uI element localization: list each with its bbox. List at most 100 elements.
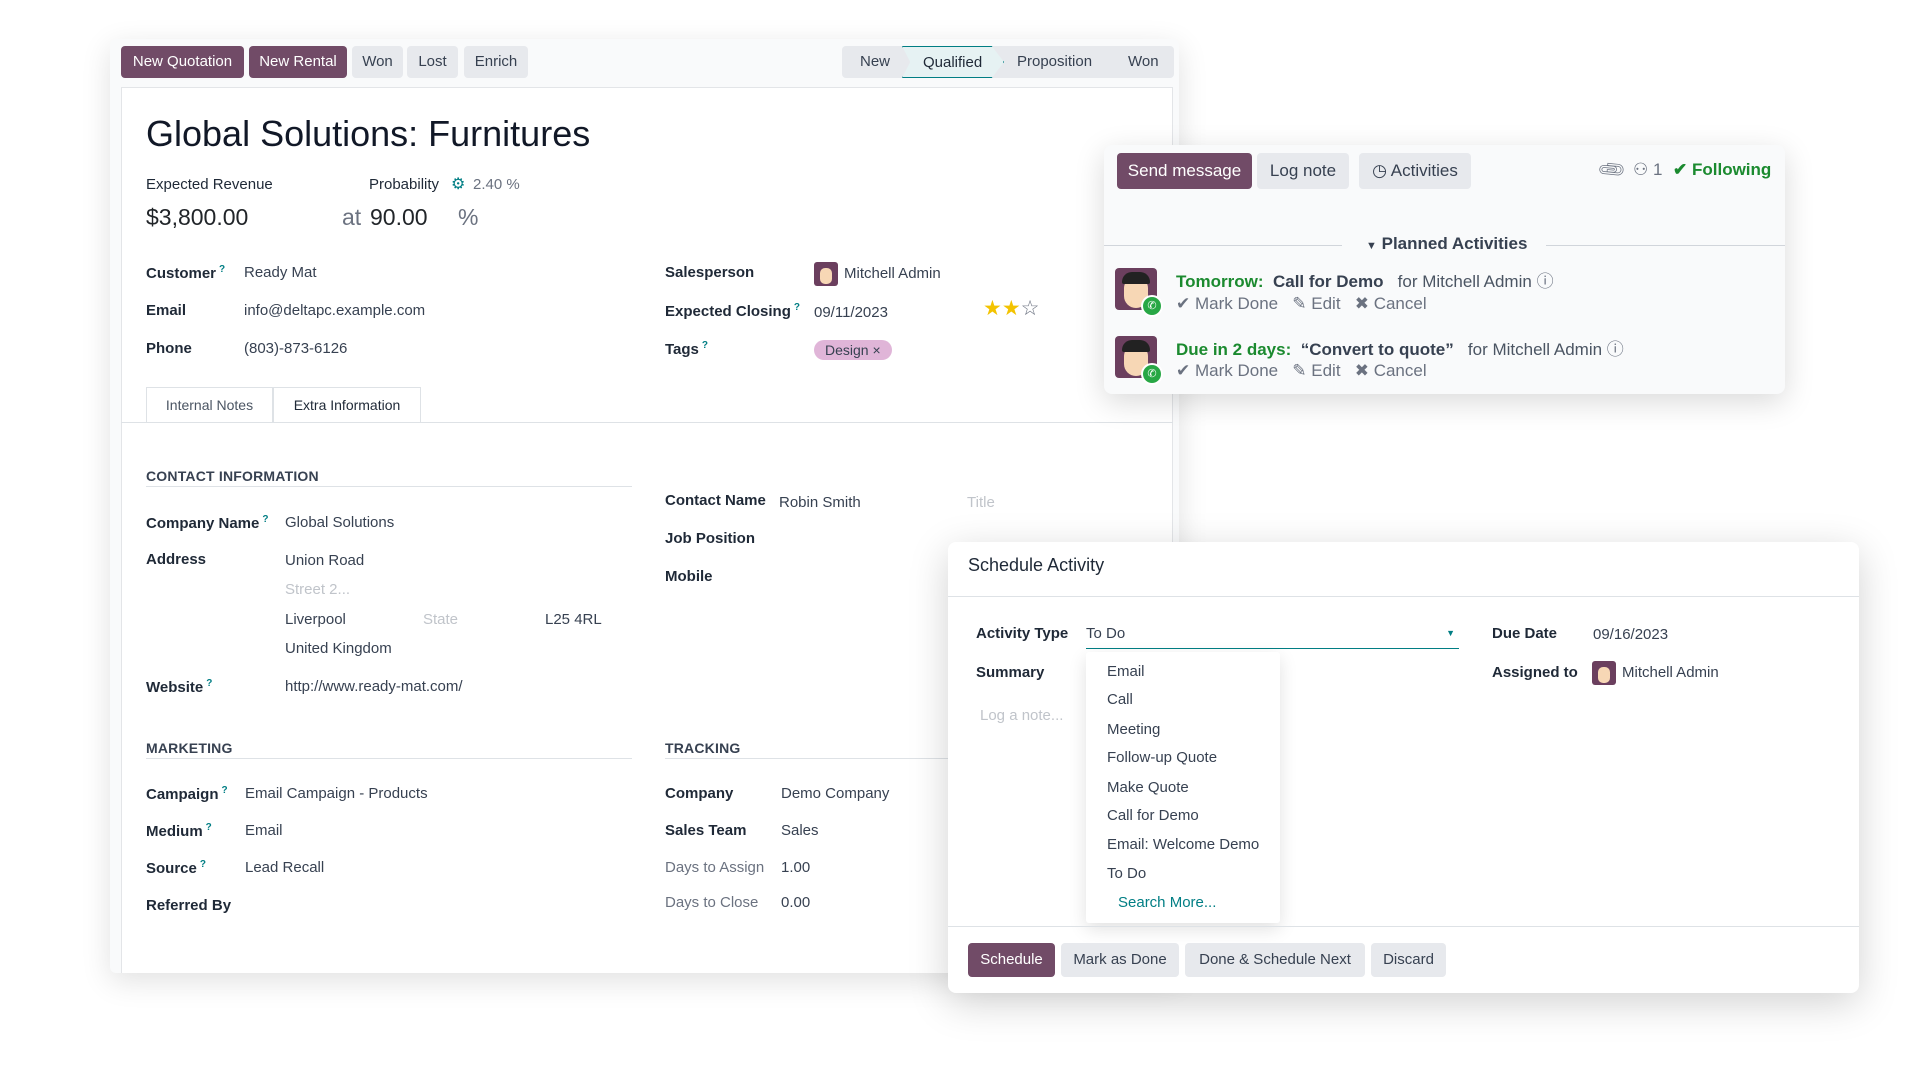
company-field[interactable]: Demo Company xyxy=(781,785,889,802)
done-schedule-next-button[interactable]: Done & Schedule Next xyxy=(1185,943,1365,977)
city-field[interactable]: Liverpool xyxy=(285,611,346,628)
stage-proposition[interactable]: Proposition xyxy=(1017,46,1092,78)
stage-qualified[interactable]: Qualified xyxy=(902,46,1004,78)
contact-name-field[interactable]: Robin Smith xyxy=(779,494,861,511)
mark-as-done-button[interactable]: Mark as Done xyxy=(1061,943,1179,977)
stage-won[interactable]: Won xyxy=(1128,46,1159,78)
salesperson-label: Salesperson xyxy=(665,264,755,281)
auto-probability: 2.40 % xyxy=(473,176,520,193)
note-input[interactable]: Log a note... xyxy=(980,707,1063,724)
tab-extra-information[interactable]: Extra Information xyxy=(273,387,421,423)
email-field[interactable]: info@deltapc.example.com xyxy=(244,302,425,319)
star-filled-icon[interactable]: ★ xyxy=(983,297,1002,320)
company-name-label: Company Name? xyxy=(146,514,269,532)
activity-actions: ✔ Mark Done ✎ Edit ✖ Cancel xyxy=(1176,361,1427,381)
send-message-button[interactable]: Send message xyxy=(1117,153,1252,189)
due-date-field[interactable]: 09/16/2023 xyxy=(1593,626,1668,643)
followers-button[interactable]: ⚇ 1 xyxy=(1633,160,1662,180)
mark-done-button[interactable]: ✔ Mark Done xyxy=(1176,361,1278,380)
company-label: Company xyxy=(665,785,734,802)
record-title[interactable]: Global Solutions: Furnitures xyxy=(146,113,590,155)
marketing-heading: MARKETING xyxy=(146,740,233,756)
avatar xyxy=(814,262,838,286)
days-to-close-value: 0.00 xyxy=(781,894,811,911)
divider xyxy=(948,926,1859,927)
cancel-button[interactable]: ✖ Cancel xyxy=(1355,294,1427,313)
source-field[interactable]: Lead Recall xyxy=(245,859,324,876)
edit-button[interactable]: ✎ Edit xyxy=(1292,294,1340,313)
state-field[interactable]: State xyxy=(423,611,458,628)
sales-team-field[interactable]: Sales xyxy=(781,822,819,839)
lost-button[interactable]: Lost xyxy=(407,46,458,78)
remove-tag-icon[interactable]: × xyxy=(872,342,880,358)
phone-icon: ✆ xyxy=(1141,295,1163,317)
star-filled-icon[interactable]: ★ xyxy=(1002,297,1021,320)
salesperson-field[interactable]: Mitchell Admin xyxy=(814,262,941,286)
divider xyxy=(948,596,1859,597)
activity-title: Tomorrow: Call for Demo for Mitchell Adm… xyxy=(1176,272,1554,291)
divider xyxy=(1546,245,1785,246)
star-empty-icon[interactable]: ☆ xyxy=(1021,297,1040,320)
info-icon[interactable]: ⓘ xyxy=(1537,272,1554,291)
section-divider xyxy=(146,486,632,487)
option-call[interactable]: Call xyxy=(1107,691,1133,708)
medium-field[interactable]: Email xyxy=(245,822,283,839)
gear-icon[interactable]: ⚙ xyxy=(451,174,465,194)
activity-type-select[interactable]: To Do ▼ xyxy=(1086,625,1459,649)
street2-field[interactable]: Street 2... xyxy=(285,581,350,598)
expected-revenue-input[interactable]: $3,800.00 xyxy=(146,204,248,231)
option-to-do[interactable]: To Do xyxy=(1107,865,1146,882)
assigned-to-field[interactable]: Mitchell Admin xyxy=(1592,661,1719,685)
probability-label: Probability xyxy=(369,176,440,193)
schedule-button[interactable]: Schedule xyxy=(968,943,1055,977)
tags-label: Tags? xyxy=(665,340,709,358)
option-call-for-demo[interactable]: Call for Demo xyxy=(1107,807,1199,824)
job-position-label: Job Position xyxy=(665,530,755,547)
caret-down-icon: ▼ xyxy=(1366,240,1377,252)
new-rental-button[interactable]: New Rental xyxy=(249,46,347,78)
customer-field[interactable]: Ready Mat xyxy=(244,264,317,281)
cancel-button[interactable]: ✖ Cancel xyxy=(1355,361,1427,380)
priority-stars[interactable]: ★★☆ xyxy=(983,296,1039,321)
zip-field[interactable]: L25 4RL xyxy=(545,611,602,628)
discard-button[interactable]: Discard xyxy=(1371,943,1446,977)
following-button[interactable]: ✔ Following xyxy=(1673,160,1771,180)
days-to-close-label: Days to Close xyxy=(665,894,759,911)
company-name-field[interactable]: Global Solutions xyxy=(285,514,394,531)
phone-icon: ✆ xyxy=(1141,363,1163,385)
customer-label: Customer? xyxy=(146,264,226,282)
stage-new[interactable]: New xyxy=(860,46,890,78)
street-field[interactable]: Union Road xyxy=(285,552,364,569)
person-icon: ⚇ xyxy=(1633,160,1649,179)
mark-done-button[interactable]: ✔ Mark Done xyxy=(1176,294,1278,313)
planned-activities-toggle[interactable]: ▼ Planned Activities xyxy=(1366,234,1527,254)
search-more-link[interactable]: Search More... xyxy=(1118,894,1216,911)
activities-button[interactable]: ◷ Activities xyxy=(1359,153,1471,189)
option-email-welcome-demo[interactable]: Email: Welcome Demo xyxy=(1107,836,1259,853)
country-field[interactable]: United Kingdom xyxy=(285,640,392,657)
option-make-quote[interactable]: Make Quote xyxy=(1107,779,1189,796)
option-meeting[interactable]: Meeting xyxy=(1107,721,1160,738)
info-icon[interactable]: ⓘ xyxy=(1607,340,1624,359)
dialog-title: Schedule Activity xyxy=(968,555,1105,575)
tag-badge[interactable]: Design × xyxy=(814,340,892,360)
at-label: at xyxy=(342,204,362,230)
tracking-heading: TRACKING xyxy=(665,740,741,756)
website-field[interactable]: http://www.ready-mat.com/ xyxy=(285,678,463,695)
sales-team-label: Sales Team xyxy=(665,822,747,839)
campaign-field[interactable]: Email Campaign - Products xyxy=(245,785,428,802)
check-icon: ✔ xyxy=(1673,160,1688,179)
log-note-button[interactable]: Log note xyxy=(1257,153,1349,189)
phone-field[interactable]: (803)-873-6126 xyxy=(244,340,347,357)
activity-type-label: Activity Type xyxy=(976,625,1069,642)
option-follow-up-quote[interactable]: Follow-up Quote xyxy=(1107,749,1217,766)
option-email[interactable]: Email xyxy=(1107,663,1145,680)
probability-input[interactable]: 90.00 xyxy=(370,204,428,231)
enrich-button[interactable]: Enrich xyxy=(464,46,528,78)
edit-button[interactable]: ✎ Edit xyxy=(1292,361,1340,380)
tab-internal-notes[interactable]: Internal Notes xyxy=(146,387,273,423)
won-button[interactable]: Won xyxy=(352,46,403,78)
title-field[interactable]: Title xyxy=(967,494,995,511)
new-quotation-button[interactable]: New Quotation xyxy=(121,46,244,78)
expected-closing-field[interactable]: 09/11/2023 xyxy=(814,304,888,321)
